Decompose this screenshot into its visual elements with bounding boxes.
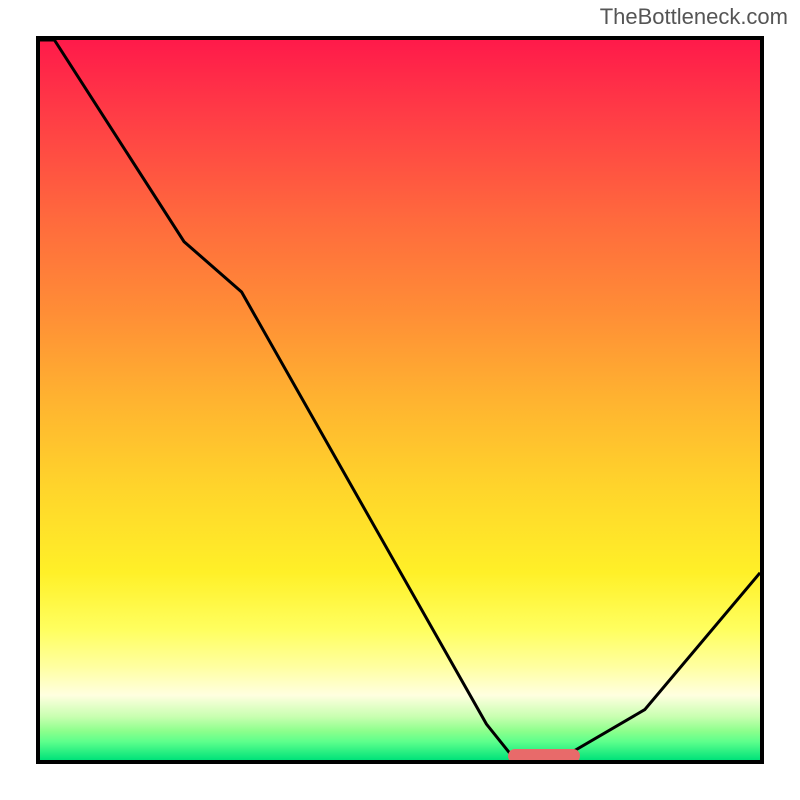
watermark-text: TheBottleneck.com: [600, 4, 788, 30]
optimal-marker: [508, 749, 580, 763]
chart-frame: [36, 36, 764, 764]
bottleneck-curve: [40, 40, 760, 760]
